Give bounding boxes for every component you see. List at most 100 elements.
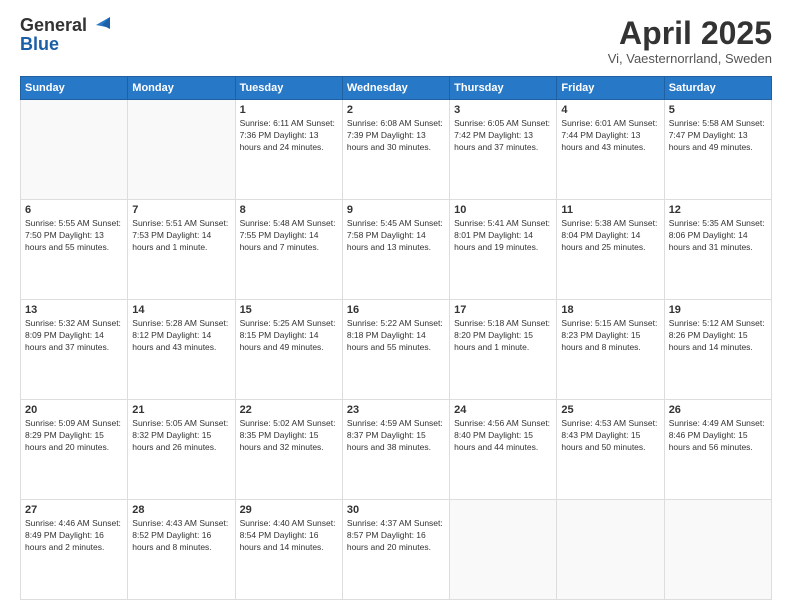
day-info: Sunrise: 4:53 AM Sunset: 8:43 PM Dayligh… <box>561 418 659 454</box>
table-row: 13 Sunrise: 5:32 AM Sunset: 8:09 PM Dayli… <box>21 300 128 400</box>
day-info: Sunrise: 6:01 AM Sunset: 7:44 PM Dayligh… <box>561 118 659 154</box>
calendar-week-row: 13 Sunrise: 5:32 AM Sunset: 8:09 PM Dayli… <box>21 300 772 400</box>
table-row: 9Sunrise: 5:45 AM Sunset: 7:58 PM Daylig… <box>342 200 449 300</box>
day-number: 7 <box>132 204 230 216</box>
day-number: 21 <box>132 404 230 416</box>
day-info: Sunrise: 5:12 AM Sunset: 8:26 PM Dayligh… <box>669 318 767 354</box>
day-number: 20 <box>25 404 123 416</box>
day-number: 28 <box>132 504 230 516</box>
table-row: 18Sunrise: 5:15 AM Sunset: 8:23 PM Dayli… <box>557 300 664 400</box>
day-number: 10 <box>454 204 552 216</box>
day-number: 24 <box>454 404 552 416</box>
table-row: 17Sunrise: 5:18 AM Sunset: 8:20 PM Dayli… <box>450 300 557 400</box>
col-thursday: Thursday <box>450 77 557 100</box>
table-row: 2 Sunrise: 6:08 AM Sunset: 7:39 PM Daylig… <box>342 100 449 200</box>
day-number: 8 <box>240 204 338 216</box>
col-saturday: Saturday <box>664 77 771 100</box>
calendar-header-row: Sunday Monday Tuesday Wednesday Thursday… <box>21 77 772 100</box>
day-number: 17 <box>454 304 552 316</box>
day-info: Sunrise: 5:02 AM Sunset: 8:35 PM Dayligh… <box>240 418 338 454</box>
day-info: Sunrise: 4:46 AM Sunset: 8:49 PM Dayligh… <box>25 518 123 554</box>
day-info: Sunrise: 4:59 AM Sunset: 8:37 PM Dayligh… <box>347 418 445 454</box>
table-row: 8 Sunrise: 5:48 AM Sunset: 7:55 PM Daylig… <box>235 200 342 300</box>
day-info: Sunrise: 5:55 AM Sunset: 7:50 PM Dayligh… <box>25 218 123 254</box>
day-info: Sunrise: 4:56 AM Sunset: 8:40 PM Dayligh… <box>454 418 552 454</box>
table-row: 22Sunrise: 5:02 AM Sunset: 8:35 PM Dayli… <box>235 400 342 500</box>
month-title: April 2025 <box>608 16 772 51</box>
day-number: 4 <box>561 104 659 116</box>
table-row: 26 Sunrise: 4:49 AM Sunset: 8:46 PM Dayli… <box>664 400 771 500</box>
calendar-week-row: 1Sunrise: 6:11 AM Sunset: 7:36 PM Daylig… <box>21 100 772 200</box>
header: General Blue April 2025 Vi, Vaesternorrl… <box>20 16 772 66</box>
day-number: 23 <box>347 404 445 416</box>
day-number: 25 <box>561 404 659 416</box>
table-row <box>664 500 771 600</box>
table-row: 21 Sunrise: 5:05 AM Sunset: 8:32 PM Dayli… <box>128 400 235 500</box>
logo-general-text: General <box>20 16 87 34</box>
col-sunday: Sunday <box>21 77 128 100</box>
col-friday: Friday <box>557 77 664 100</box>
day-info: Sunrise: 5:28 AM Sunset: 8:12 PM Dayligh… <box>132 318 230 354</box>
day-number: 9 <box>347 204 445 216</box>
table-row: 24 Sunrise: 4:56 AM Sunset: 8:40 PM Dayli… <box>450 400 557 500</box>
day-number: 5 <box>669 104 767 116</box>
day-number: 2 <box>347 104 445 116</box>
table-row: 4 Sunrise: 6:01 AM Sunset: 7:44 PM Daylig… <box>557 100 664 200</box>
day-info: Sunrise: 4:49 AM Sunset: 8:46 PM Dayligh… <box>669 418 767 454</box>
calendar-week-row: 27 Sunrise: 4:46 AM Sunset: 8:49 PM Dayli… <box>21 500 772 600</box>
day-info: Sunrise: 5:05 AM Sunset: 8:32 PM Dayligh… <box>132 418 230 454</box>
day-info: Sunrise: 5:22 AM Sunset: 8:18 PM Dayligh… <box>347 318 445 354</box>
table-row: 15 Sunrise: 5:25 AM Sunset: 8:15 PM Dayli… <box>235 300 342 400</box>
table-row: 19 Sunrise: 5:12 AM Sunset: 8:26 PM Dayli… <box>664 300 771 400</box>
table-row: 23 Sunrise: 4:59 AM Sunset: 8:37 PM Dayli… <box>342 400 449 500</box>
table-row: 16 Sunrise: 5:22 AM Sunset: 8:18 PM Dayli… <box>342 300 449 400</box>
table-row: 14 Sunrise: 5:28 AM Sunset: 8:12 PM Dayli… <box>128 300 235 400</box>
table-row: 20 Sunrise: 5:09 AM Sunset: 8:29 PM Dayli… <box>21 400 128 500</box>
day-info: Sunrise: 5:32 AM Sunset: 8:09 PM Dayligh… <box>25 318 123 354</box>
day-number: 26 <box>669 404 767 416</box>
table-row: 6 Sunrise: 5:55 AM Sunset: 7:50 PM Daylig… <box>21 200 128 300</box>
day-number: 15 <box>240 304 338 316</box>
day-info: Sunrise: 4:43 AM Sunset: 8:52 PM Dayligh… <box>132 518 230 554</box>
day-info: Sunrise: 5:41 AM Sunset: 8:01 PM Dayligh… <box>454 218 552 254</box>
calendar-table: Sunday Monday Tuesday Wednesday Thursday… <box>20 76 772 600</box>
day-info: Sunrise: 5:58 AM Sunset: 7:47 PM Dayligh… <box>669 118 767 154</box>
day-info: Sunrise: 5:48 AM Sunset: 7:55 PM Dayligh… <box>240 218 338 254</box>
logo: General Blue <box>20 16 111 55</box>
day-info: Sunrise: 5:09 AM Sunset: 8:29 PM Dayligh… <box>25 418 123 454</box>
logo-bird-icon <box>88 17 110 33</box>
logo-blue-text: Blue <box>20 34 59 54</box>
table-row <box>21 100 128 200</box>
day-number: 27 <box>25 504 123 516</box>
day-info: Sunrise: 6:08 AM Sunset: 7:39 PM Dayligh… <box>347 118 445 154</box>
day-number: 18 <box>561 304 659 316</box>
page: General Blue April 2025 Vi, Vaesternorrl… <box>0 0 792 612</box>
day-info: Sunrise: 4:37 AM Sunset: 8:57 PM Dayligh… <box>347 518 445 554</box>
table-row: 10 Sunrise: 5:41 AM Sunset: 8:01 PM Dayli… <box>450 200 557 300</box>
day-number: 6 <box>25 204 123 216</box>
day-number: 11 <box>561 204 659 216</box>
table-row: 28 Sunrise: 4:43 AM Sunset: 8:52 PM Dayli… <box>128 500 235 600</box>
table-row: 7 Sunrise: 5:51 AM Sunset: 7:53 PM Daylig… <box>128 200 235 300</box>
table-row: 12 Sunrise: 5:35 AM Sunset: 8:06 PM Dayli… <box>664 200 771 300</box>
day-number: 19 <box>669 304 767 316</box>
table-row: 30Sunrise: 4:37 AM Sunset: 8:57 PM Dayli… <box>342 500 449 600</box>
col-monday: Monday <box>128 77 235 100</box>
table-row: 29Sunrise: 4:40 AM Sunset: 8:54 PM Dayli… <box>235 500 342 600</box>
day-info: Sunrise: 4:40 AM Sunset: 8:54 PM Dayligh… <box>240 518 338 554</box>
day-number: 1 <box>240 104 338 116</box>
day-info: Sunrise: 5:51 AM Sunset: 7:53 PM Dayligh… <box>132 218 230 254</box>
calendar-week-row: 20 Sunrise: 5:09 AM Sunset: 8:29 PM Dayli… <box>21 400 772 500</box>
day-number: 3 <box>454 104 552 116</box>
day-info: Sunrise: 5:35 AM Sunset: 8:06 PM Dayligh… <box>669 218 767 254</box>
table-row: 3 Sunrise: 6:05 AM Sunset: 7:42 PM Daylig… <box>450 100 557 200</box>
day-info: Sunrise: 5:25 AM Sunset: 8:15 PM Dayligh… <box>240 318 338 354</box>
day-number: 13 <box>25 304 123 316</box>
table-row <box>557 500 664 600</box>
day-number: 16 <box>347 304 445 316</box>
day-info: Sunrise: 6:05 AM Sunset: 7:42 PM Dayligh… <box>454 118 552 154</box>
day-number: 14 <box>132 304 230 316</box>
calendar-week-row: 6 Sunrise: 5:55 AM Sunset: 7:50 PM Daylig… <box>21 200 772 300</box>
col-wednesday: Wednesday <box>342 77 449 100</box>
day-number: 12 <box>669 204 767 216</box>
